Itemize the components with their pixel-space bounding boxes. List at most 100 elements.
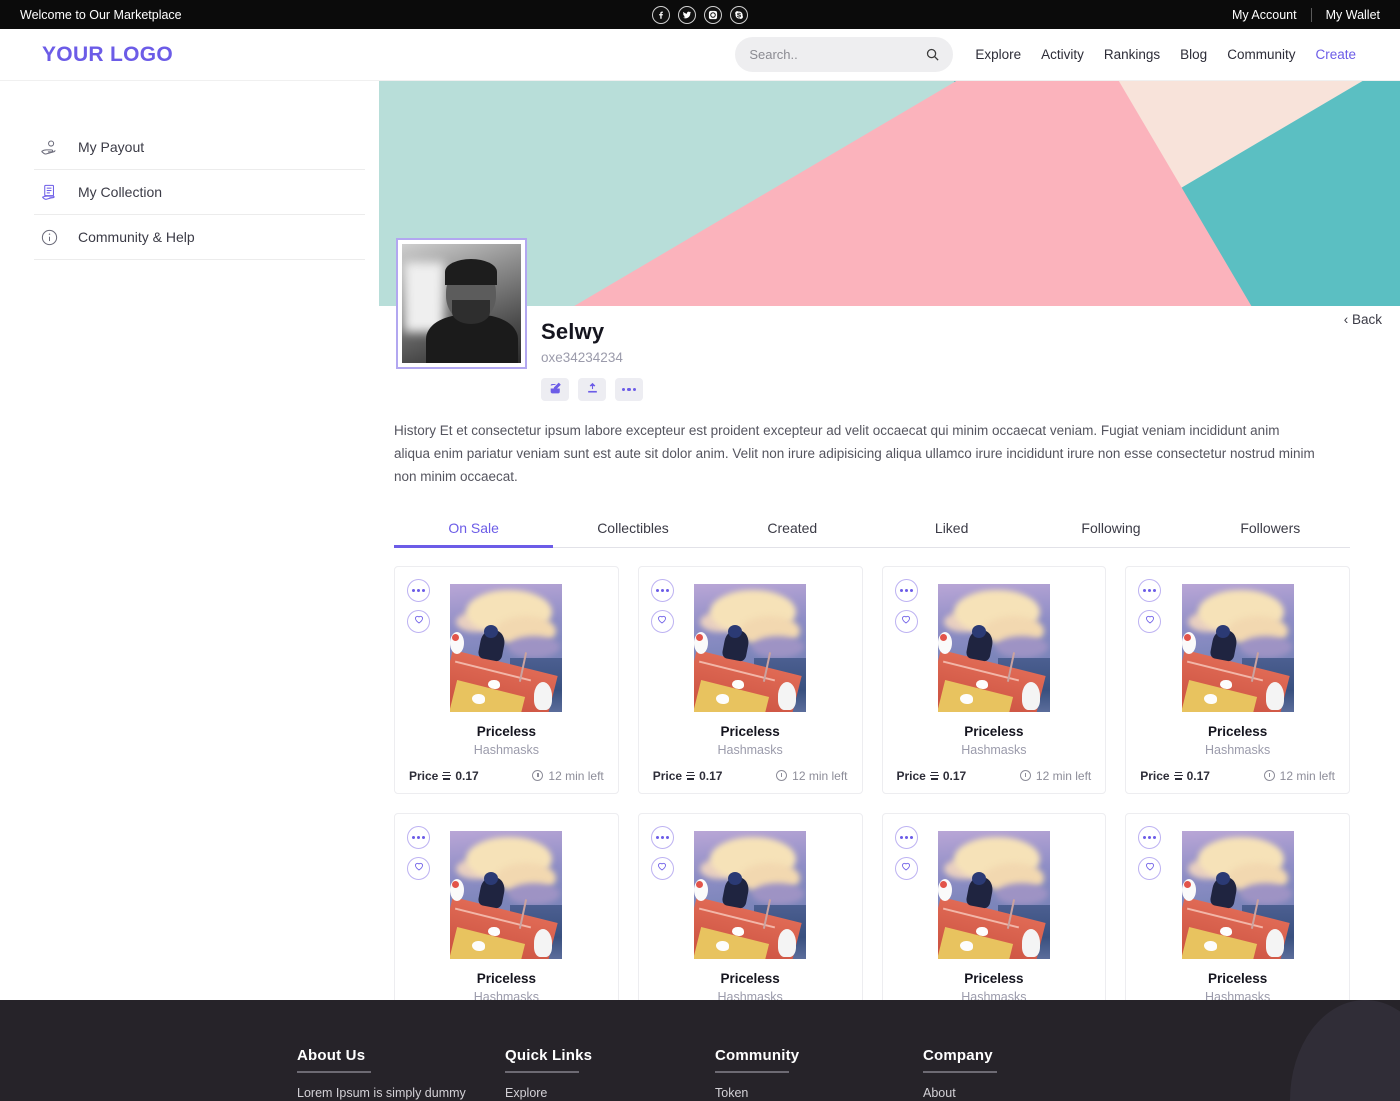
card-like-button[interactable]	[1138, 610, 1161, 633]
card-like-button[interactable]	[895, 857, 918, 880]
nft-artwork[interactable]	[938, 831, 1050, 959]
page-body: My Payout My Collection	[0, 81, 1400, 1000]
nft-artwork[interactable]	[450, 831, 562, 959]
instagram-icon[interactable]	[704, 6, 722, 24]
nft-artwork[interactable]	[694, 584, 806, 712]
nav-activity[interactable]: Activity	[1041, 47, 1084, 62]
footer-link[interactable]: Lorem Ipsum is simply dummy	[297, 1086, 505, 1100]
twitter-icon[interactable]	[678, 6, 696, 24]
payout-hand-coin-icon	[38, 138, 60, 157]
tab-created[interactable]: Created	[713, 509, 872, 547]
tab-following[interactable]: Following	[1031, 509, 1190, 547]
price-value: 0.17	[943, 769, 966, 783]
topbar-account-links: My Account My Wallet	[1232, 8, 1380, 22]
welcome-text: Welcome to Our Marketplace	[20, 8, 182, 22]
nft-meta: Price0.17 12 min left	[409, 769, 604, 783]
card-more-button[interactable]	[1138, 826, 1161, 849]
back-link[interactable]: ‹ Back	[1344, 312, 1382, 327]
nft-card-grid: PricelessHashmasksPrice0.1712 min leftPr…	[379, 548, 1370, 1061]
tab-followers[interactable]: Followers	[1191, 509, 1350, 547]
more-icon	[412, 589, 425, 592]
card-action-buttons	[1138, 579, 1161, 633]
profile-address[interactable]: oxe34234234	[541, 350, 1370, 365]
nft-time-left: 12 min left	[1264, 769, 1335, 783]
my-account-link[interactable]: My Account	[1232, 8, 1297, 22]
more-options-button[interactable]	[615, 378, 643, 401]
sidebar-label: My Collection	[78, 184, 162, 200]
nft-artwork[interactable]	[450, 584, 562, 712]
main-nav: Explore Activity Rankings Blog Community…	[975, 47, 1356, 62]
card-more-button[interactable]	[895, 579, 918, 602]
card-like-button[interactable]	[1138, 857, 1161, 880]
search-icon[interactable]	[925, 47, 940, 62]
card-more-button[interactable]	[651, 579, 674, 602]
tab-liked[interactable]: Liked	[872, 509, 1031, 547]
card-like-button[interactable]	[651, 857, 674, 880]
card-like-button[interactable]	[895, 610, 918, 633]
collection-stack-icon	[38, 183, 60, 202]
card-like-button[interactable]	[407, 610, 430, 633]
footer-link[interactable]: Token	[715, 1086, 923, 1100]
card-like-button[interactable]	[651, 610, 674, 633]
nft-meta: Price0.1712 min left	[1140, 769, 1335, 783]
profile-banner	[379, 81, 1400, 306]
avatar-hair	[445, 259, 497, 285]
nft-title: Priceless	[1140, 971, 1335, 986]
sidebar-label: Community & Help	[78, 229, 195, 245]
nft-title: Priceless	[897, 971, 1092, 986]
nft-card[interactable]: PricelessHashmasksPrice0.1712 min left	[394, 566, 619, 794]
tab-on-sale[interactable]: On Sale	[394, 509, 553, 547]
more-icon	[1143, 836, 1156, 839]
edit-profile-button[interactable]	[541, 378, 569, 401]
nft-artwork[interactable]	[694, 831, 806, 959]
card-more-button[interactable]	[651, 826, 674, 849]
more-icon	[900, 836, 913, 839]
heart-icon	[413, 859, 425, 877]
nft-price: Price0.17	[409, 769, 479, 783]
nft-card[interactable]: PricelessHashmasksPrice0.1712 min left	[1125, 566, 1350, 794]
nav-community[interactable]: Community	[1227, 47, 1295, 62]
footer-heading: Community	[715, 1047, 923, 1071]
footer-link[interactable]: About	[923, 1086, 1131, 1100]
nft-artwork[interactable]	[1182, 831, 1294, 959]
nav-create[interactable]: Create	[1315, 47, 1356, 62]
site-logo[interactable]: YOUR LOGO	[42, 43, 173, 67]
nft-artwork[interactable]	[938, 584, 1050, 712]
profile-info: Selwy oxe34234234	[379, 306, 1370, 401]
nft-time-left: 12 min left	[532, 769, 603, 783]
sidebar-item-community-help[interactable]: Community & Help	[34, 215, 365, 260]
card-action-buttons	[407, 826, 430, 880]
tab-collectibles[interactable]: Collectibles	[553, 509, 712, 547]
facebook-icon[interactable]	[652, 6, 670, 24]
search-input[interactable]	[749, 47, 925, 62]
search-box[interactable]	[735, 37, 953, 72]
profile-action-buttons	[541, 378, 1370, 401]
nav-blog[interactable]: Blog	[1180, 47, 1207, 62]
upload-button[interactable]	[578, 378, 606, 401]
card-more-button[interactable]	[407, 826, 430, 849]
nft-artwork[interactable]	[1182, 584, 1294, 712]
site-footer: About Us Lorem Ipsum is simply dummy Qui…	[0, 1000, 1400, 1101]
my-wallet-link[interactable]: My Wallet	[1326, 8, 1380, 22]
avatar	[396, 238, 527, 369]
nft-card[interactable]: PricelessHashmasksPrice0.1712 min left	[882, 566, 1107, 794]
nav-rankings[interactable]: Rankings	[1104, 47, 1160, 62]
footer-link[interactable]: Explore	[505, 1086, 715, 1100]
sidebar-item-my-collection[interactable]: My Collection	[34, 170, 365, 215]
card-more-button[interactable]	[407, 579, 430, 602]
skype-icon[interactable]	[730, 6, 748, 24]
more-icon	[412, 836, 425, 839]
sidebar: My Payout My Collection	[0, 81, 379, 1000]
sidebar-item-my-payout[interactable]: My Payout	[34, 125, 365, 170]
nft-collection: Hashmasks	[653, 743, 848, 757]
card-action-buttons	[895, 826, 918, 880]
nft-title: Priceless	[409, 724, 604, 739]
nav-explore[interactable]: Explore	[975, 47, 1021, 62]
sidebar-label: My Payout	[78, 139, 144, 155]
nft-card[interactable]: PricelessHashmasksPrice0.1712 min left	[638, 566, 863, 794]
card-like-button[interactable]	[407, 857, 430, 880]
clock-icon	[1020, 770, 1031, 781]
card-more-button[interactable]	[895, 826, 918, 849]
card-more-button[interactable]	[1138, 579, 1161, 602]
footer-column-community: Community Token	[715, 1047, 923, 1101]
